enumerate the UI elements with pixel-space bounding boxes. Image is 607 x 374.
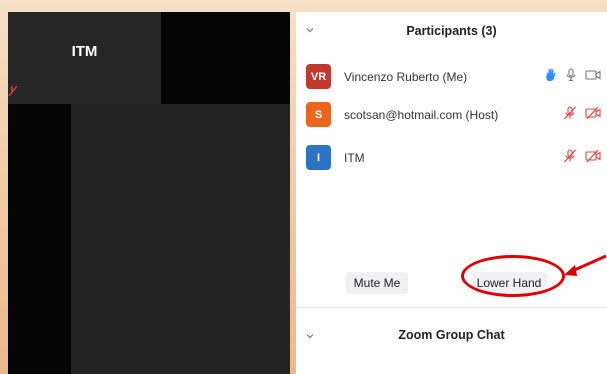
avatar: S <box>306 102 331 127</box>
participant-name: scotsan@hotmail.com (Host) <box>344 108 499 122</box>
participants-panel: Participants (3) VR Vincenzo Ruberto (Me… <box>296 12 607 374</box>
participant-name: ITM <box>344 151 365 165</box>
video-tile-itm[interactable]: ITM <box>8 12 161 104</box>
video-main-view <box>71 104 290 374</box>
video-gallery: ITM <box>8 12 290 374</box>
muted-microphone-icon <box>8 85 18 97</box>
mute-me-button[interactable]: Mute Me <box>346 272 408 294</box>
muted-microphone-icon[interactable] <box>563 149 577 163</box>
participants-header[interactable]: Participants (3) <box>296 12 607 46</box>
chat-title: Zoom Group Chat <box>398 328 505 342</box>
video-off-icon[interactable] <box>585 106 601 120</box>
muted-microphone-icon[interactable] <box>563 106 577 120</box>
video-tile-name: ITM <box>71 42 98 60</box>
microphone-icon[interactable] <box>565 68 577 82</box>
video-tile-empty <box>161 12 290 104</box>
arrow-annotation <box>564 254 607 276</box>
divider <box>296 307 607 308</box>
participants-title: Participants (3) <box>406 24 497 38</box>
video-camera-icon[interactable] <box>585 69 601 81</box>
raised-hand-icon <box>546 68 556 81</box>
avatar: VR <box>306 64 331 89</box>
participant-row[interactable]: VR Vincenzo Ruberto (Me) <box>296 64 607 94</box>
video-off-icon[interactable] <box>585 149 601 163</box>
avatar: I <box>306 145 331 170</box>
participant-name: Vincenzo Ruberto (Me) <box>344 70 468 84</box>
participant-row[interactable]: I ITM <box>296 145 607 175</box>
highlight-annotation <box>461 255 565 297</box>
participant-row[interactable]: S scotsan@hotmail.com (Host) <box>296 102 607 132</box>
video-tile-side <box>8 104 71 374</box>
